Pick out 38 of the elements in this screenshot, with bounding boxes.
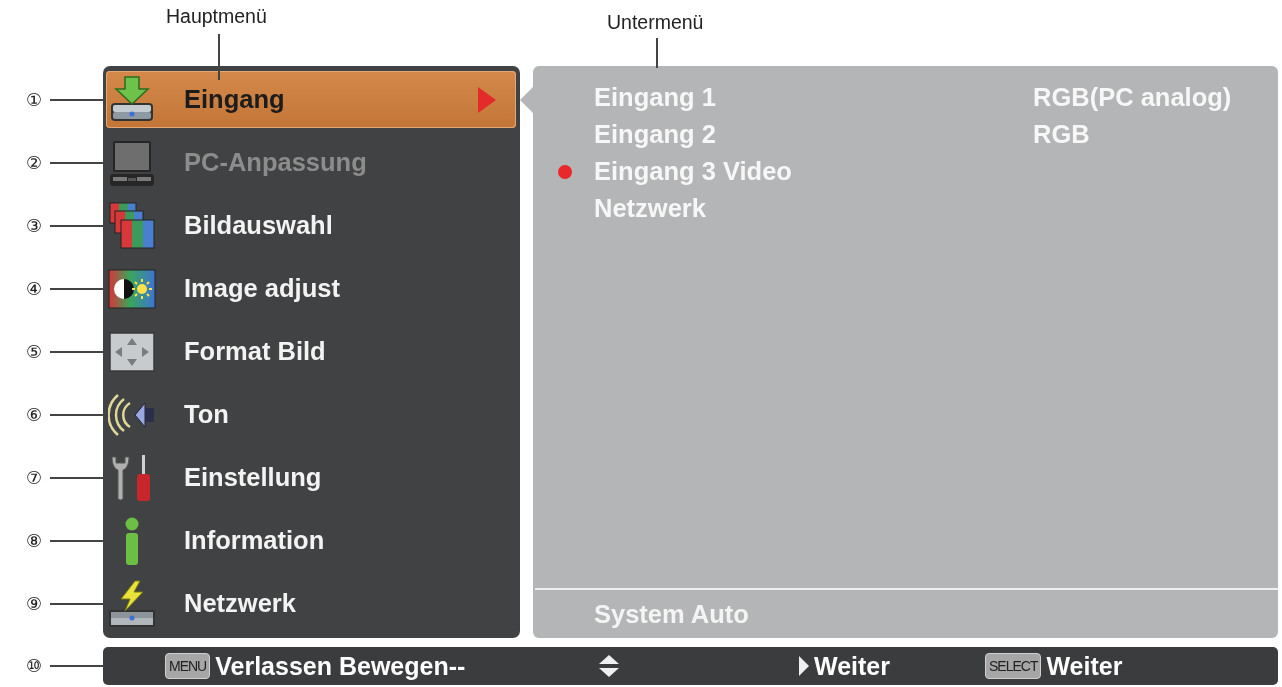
callout-number: ③ <box>26 216 44 235</box>
hint-label: Weiter <box>814 651 890 681</box>
up-down-arrows-icon <box>598 654 620 678</box>
callout-number: ⑩ <box>26 657 44 675</box>
callout-number: ⑦ <box>26 468 44 487</box>
key-badge: SELECT <box>985 652 1042 680</box>
source-value: RGB(PC analog) <box>1033 83 1232 112</box>
info-icon <box>125 516 139 565</box>
submenu-arrow-icon <box>478 86 496 113</box>
leader-line <box>656 38 658 68</box>
menu-item[interactable]: Ton <box>106 386 516 443</box>
menu-item[interactable]: Netzwerk <box>106 575 516 632</box>
callout-number: ⑤ <box>26 342 44 361</box>
main-menu-caption: Hauptmenü <box>166 5 267 27</box>
menu-item[interactable]: Eingang <box>106 71 516 128</box>
menu-item[interactable]: Image adjust <box>106 260 516 317</box>
lightning-tray-icon <box>108 579 156 628</box>
callout-number: ① <box>26 90 44 109</box>
laptop-icon <box>108 138 156 187</box>
submenu-footer-text: System Auto <box>594 599 749 629</box>
menu-item[interactable]: Information <box>106 512 516 569</box>
callout-number: ⑥ <box>26 405 44 424</box>
tray-download-icon <box>108 75 156 124</box>
callout-number: ⑨ <box>26 594 44 613</box>
right-triangle-icon <box>799 656 809 676</box>
key-badge: MENU <box>165 652 211 680</box>
stacked-pictures-icon <box>108 201 156 250</box>
callout-number: ② <box>26 153 44 172</box>
callout-number: ⑧ <box>26 531 44 550</box>
submenu-caption: Untermenü <box>607 11 704 33</box>
menu-item[interactable]: Format Bild <box>106 323 516 380</box>
menu-item[interactable]: Bildauswahl <box>106 197 516 254</box>
source-value: RGB <box>1033 120 1090 149</box>
hint-label: Weiter <box>1046 651 1123 681</box>
selected-dot-icon <box>558 164 572 179</box>
callout-number: ④ <box>26 279 44 298</box>
menu-item[interactable]: Einstellung <box>106 449 516 506</box>
hint-label: Verlassen Bewegen-- <box>215 651 466 681</box>
